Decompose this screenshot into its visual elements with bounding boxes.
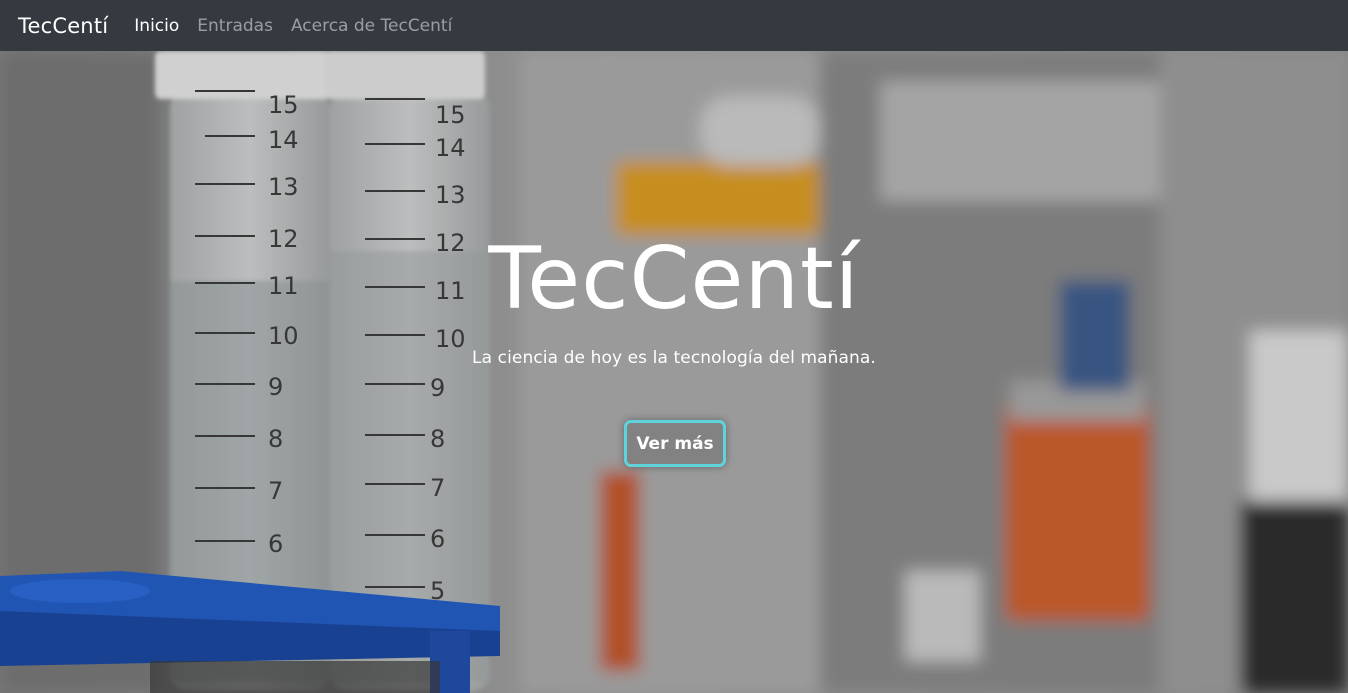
hero-section: 15 14 13 12 11 10 9 8 7 6 5 15 14 13 12 … (0, 51, 1348, 693)
ver-mas-button[interactable]: Ver más (624, 420, 726, 467)
brand-link[interactable]: TecCentí (18, 14, 108, 38)
hero-subtitle: La ciencia de hoy es la tecnología del m… (472, 348, 876, 368)
nav-link-inicio[interactable]: Inicio (134, 16, 179, 36)
hero-content: TecCentí La ciencia de hoy es la tecnolo… (0, 51, 1348, 693)
nav-link-entradas[interactable]: Entradas (197, 16, 273, 36)
hero-title: TecCentí (488, 229, 860, 329)
nav-link-acerca[interactable]: Acerca de TecCentí (291, 16, 452, 36)
top-navbar: TecCentí Inicio Entradas Acerca de TecCe… (0, 0, 1348, 51)
